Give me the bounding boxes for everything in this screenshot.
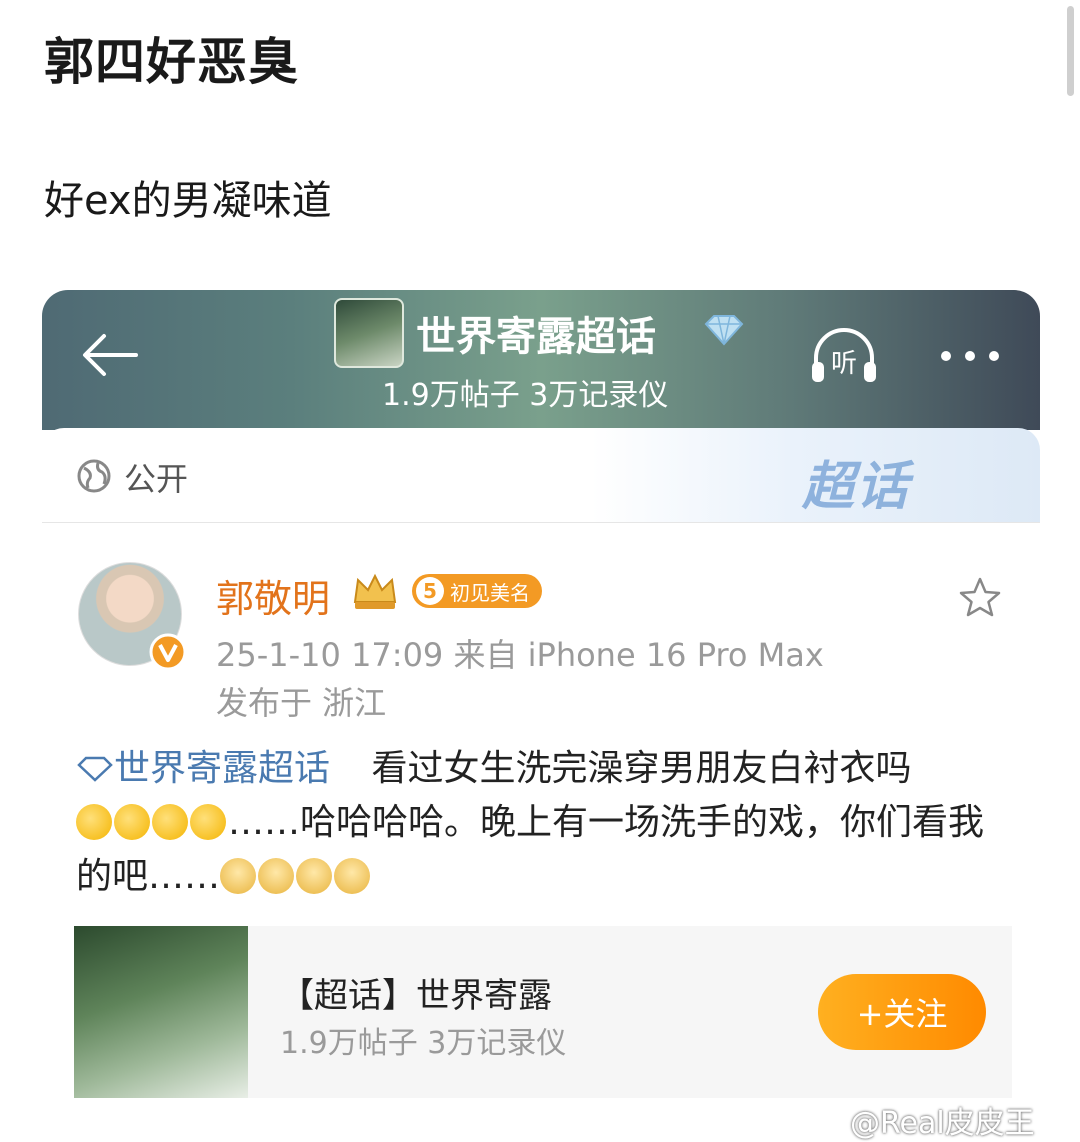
visibility-bar: 公开 超话 (42, 428, 1040, 523)
topic-thumbnail (74, 926, 248, 1098)
diamond-icon (704, 315, 744, 346)
visibility-label: 公开 (124, 460, 189, 498)
thinking-emoji-icon (190, 804, 226, 840)
topic-card-stats: 1.9万帖子 3万记录仪 (280, 1026, 567, 1061)
globe-icon (77, 459, 111, 493)
topic-stats: 1.9万帖子 3万记录仪 (382, 378, 669, 413)
svg-text:听: 听 (831, 349, 857, 379)
topic-name[interactable]: 世界寄露超话 (416, 304, 656, 362)
topic-avatar[interactable] (334, 298, 404, 368)
topic-card-title: 【超话】世界寄露 (280, 976, 552, 1016)
topic-link[interactable]: 世界寄露超话 (76, 748, 330, 789)
doge-emoji-icon (220, 858, 257, 894)
content-text-1: 看过女生洗完澡穿男朋友白衬衣吗 (371, 748, 912, 789)
star-icon[interactable] (958, 576, 1002, 618)
diamond-small-icon (77, 756, 113, 782)
badge-text: 初见美名 (450, 580, 530, 605)
watermark-credit: @Real皮皮王 (850, 1106, 1035, 1141)
chaohua-watermark: 超话 (802, 457, 911, 517)
doge-emoji-icon (258, 858, 295, 894)
post-location: 发布于 浙江 (216, 684, 387, 722)
thinking-emoji-icon (76, 804, 112, 840)
scrollbar[interactable] (1067, 6, 1074, 96)
badge-level: 5 (416, 577, 444, 605)
embedded-screenshot: 世界寄露超话 1.9万帖子 3万记录仪 听 公开 超话 郭敬明 5 初见美名 2… (42, 290, 1040, 1120)
more-icon[interactable] (938, 348, 1002, 364)
thinking-emoji-icon (114, 804, 150, 840)
post-body: 好ex的男凝味道 (44, 178, 332, 224)
post-meta: 25-1-10 17:09 来自 iPhone 16 Pro Max (216, 636, 824, 674)
fan-level-badge: 5 初见美名 (412, 574, 542, 608)
back-arrow-icon[interactable] (80, 330, 140, 380)
headphones-icon[interactable]: 听 (808, 326, 880, 386)
post-title: 郭四好恶臭 (44, 33, 299, 91)
verified-v-icon (149, 633, 187, 671)
post-content: 世界寄露超话 看过女生洗完澡穿男朋友白衬衣吗 ……哈哈哈哈。晚上有一场洗手的戏，… (76, 742, 1016, 904)
topic-card[interactable]: 【超话】世界寄露 1.9万帖子 3万记录仪 +关注 (74, 926, 1012, 1098)
follow-button[interactable]: +关注 (818, 974, 986, 1050)
author-name[interactable]: 郭敬明 (216, 568, 330, 623)
thinking-emoji-icon (152, 804, 188, 840)
doge-emoji-icon (334, 858, 371, 894)
crown-badge-icon (353, 573, 397, 609)
topic-header: 世界寄露超话 1.9万帖子 3万记录仪 听 (42, 290, 1040, 430)
doge-emoji-icon (296, 858, 333, 894)
